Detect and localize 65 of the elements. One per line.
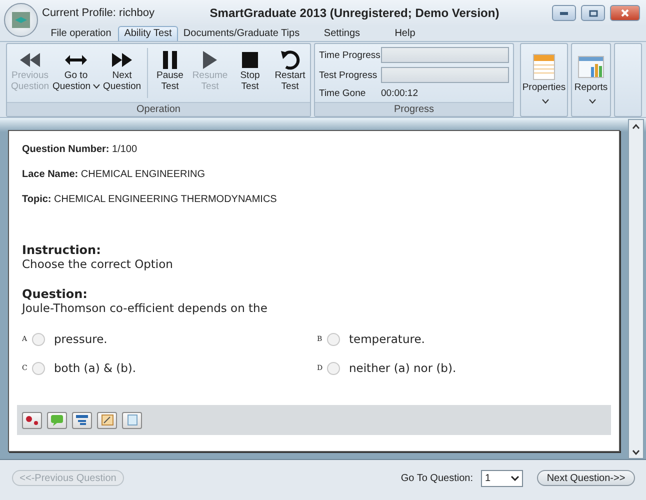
toolbar-button[interactable]: Restart Test xyxy=(270,44,310,102)
rewind-icon xyxy=(20,50,40,70)
info-line: Question Number: 1/100 xyxy=(22,144,138,155)
section-heading: Question: xyxy=(22,287,88,301)
close-button[interactable] xyxy=(610,5,640,21)
progress-label: Test Progress xyxy=(319,70,378,81)
profile-label: Current Profile: richboy xyxy=(42,7,156,19)
option-text: neither (a) nor (b). xyxy=(349,361,456,375)
section-heading: Instruction: xyxy=(22,243,102,257)
chat-icon xyxy=(50,414,64,426)
minimize-icon xyxy=(560,12,568,14)
next-question-button[interactable]: Next Question->> xyxy=(537,470,635,486)
progress-label: Time Progress xyxy=(319,50,381,61)
menu-tab[interactable]: Ability Test xyxy=(118,26,178,41)
fast-forward-icon xyxy=(112,50,132,70)
time-value: 00:00:12 xyxy=(381,88,419,99)
restart-icon xyxy=(280,50,300,70)
note-button[interactable] xyxy=(97,412,117,428)
toolbar-button[interactable]: Next Question xyxy=(99,44,145,102)
play-icon xyxy=(203,50,217,70)
toolbar-button[interactable]: Pause Test xyxy=(150,44,190,102)
toolbar-button[interactable]: Stop Test xyxy=(230,44,270,102)
radio-button[interactable] xyxy=(327,332,340,346)
group-label: Progress xyxy=(315,102,513,116)
scrollbar[interactable] xyxy=(628,119,644,459)
menu-tab[interactable]: Help xyxy=(379,26,431,41)
chat-button[interactable] xyxy=(47,412,67,428)
option-text: pressure. xyxy=(54,332,108,346)
caret-icon xyxy=(511,476,519,480)
table-icon xyxy=(533,52,555,82)
radio-button[interactable] xyxy=(32,362,45,374)
info-line: Topic: CHEMICAL ENGINEERING THERMODYNAMICS xyxy=(22,194,278,205)
app-menu-button[interactable] xyxy=(4,3,38,37)
option-text: temperature. xyxy=(349,332,425,346)
menu-tab[interactable]: Documents/Graduate Tips xyxy=(178,26,305,41)
info-line: Lace Name: CHEMICAL ENGINEERING xyxy=(22,169,206,180)
logo-icon xyxy=(12,12,30,28)
minimize-button[interactable] xyxy=(552,5,576,21)
stop-icon xyxy=(242,50,258,70)
maximize-icon xyxy=(588,10,598,16)
toolbar-button[interactable]: Go to Question xyxy=(53,44,99,102)
menu-tab[interactable]: Settings xyxy=(305,26,379,41)
page-icon xyxy=(126,414,138,426)
radio-button[interactable] xyxy=(327,362,340,374)
pin-icon xyxy=(25,415,39,425)
option-text: both (a) & (b). xyxy=(54,361,136,375)
list-icon xyxy=(75,414,89,426)
go-to-label: Go To Question: xyxy=(400,472,473,484)
menu-tab[interactable]: File operation xyxy=(44,26,118,41)
page-button[interactable] xyxy=(122,412,142,428)
pin-button[interactable] xyxy=(22,412,42,428)
group-label: Operation xyxy=(7,102,310,116)
progress-label: Time Gone xyxy=(319,88,367,99)
pause-icon xyxy=(163,50,177,70)
list-button[interactable] xyxy=(72,412,92,428)
radio-button[interactable] xyxy=(32,332,45,346)
window-title: SmartGraduate 2013 (Unregistered; Demo Version) xyxy=(208,6,500,20)
question-dropdown[interactable]: 1 xyxy=(481,470,523,486)
question-text: Joule-Thomson co-efficient depends on the xyxy=(22,301,268,315)
close-icon xyxy=(621,9,629,17)
maximize-button[interactable] xyxy=(581,5,605,21)
scroll-down-icon[interactable] xyxy=(632,450,640,454)
instruction-text: Choose the correct Option xyxy=(22,257,174,271)
note-icon xyxy=(100,414,114,426)
scroll-up-icon[interactable] xyxy=(632,124,640,128)
